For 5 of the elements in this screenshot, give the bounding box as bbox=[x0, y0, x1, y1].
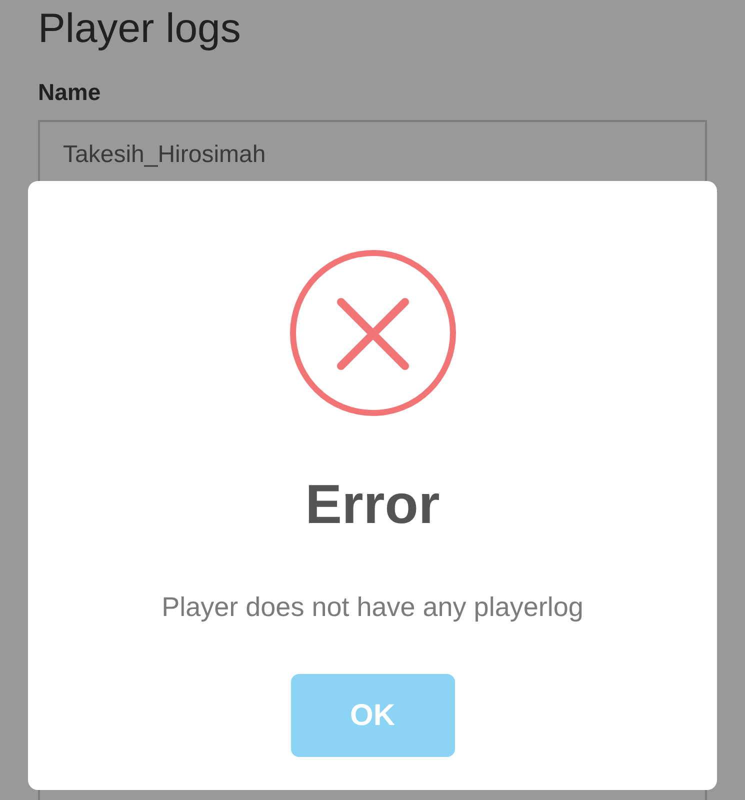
dialog-message: Player does not have any playerlog bbox=[162, 591, 584, 624]
page-title: Player logs bbox=[38, 4, 242, 52]
field-label: Name bbox=[38, 78, 101, 106]
error-x-icon bbox=[290, 250, 456, 416]
dialog-title: Error bbox=[305, 472, 440, 536]
